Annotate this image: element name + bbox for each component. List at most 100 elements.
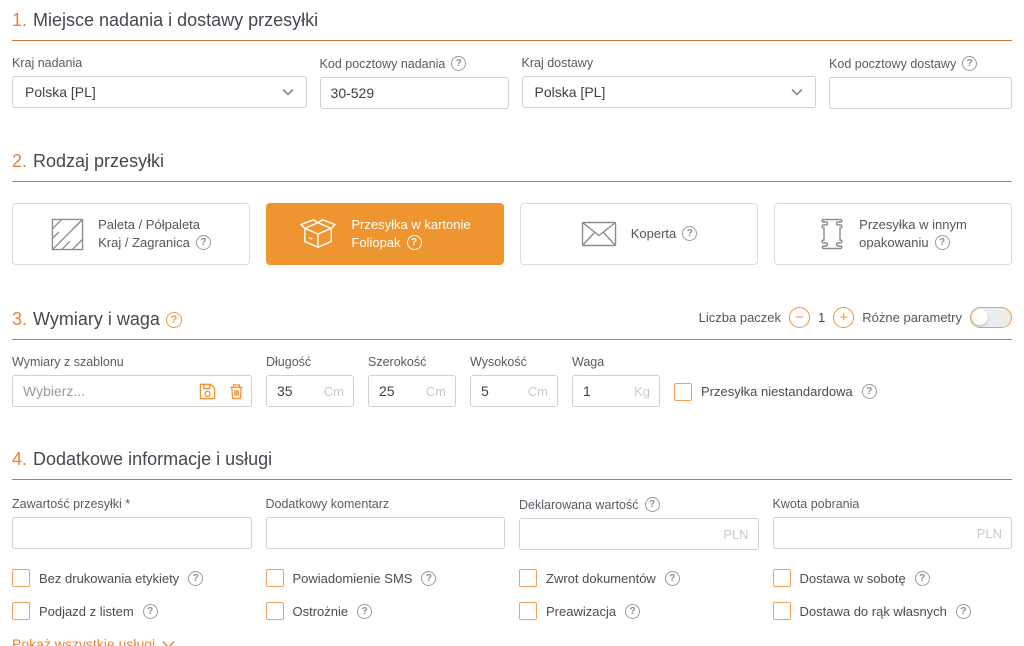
field-declared-value: Deklarowana wartość ? PLN [519, 497, 759, 550]
section-number: 4. [12, 449, 27, 470]
service-checkbox[interactable] [12, 569, 30, 587]
type-card-other[interactable]: Przesyłka w innym opakowaniu ? [774, 203, 1012, 265]
section-1-header: 1. Miejsce nadania i dostawy przesyłki [12, 10, 1012, 41]
service-saturday-delivery: Dostawa w sobotę ? [773, 569, 1013, 587]
template-dimensions-input[interactable] [13, 376, 193, 406]
help-icon[interactable]: ? [625, 604, 640, 619]
content-input[interactable] [12, 517, 252, 549]
service-checkbox[interactable] [519, 602, 537, 620]
section-3-title: 3. Wymiary i waga ? [12, 309, 182, 330]
cod-amount-label: Kwota pobrania [773, 497, 1013, 511]
length-input[interactable] [267, 376, 324, 406]
help-icon[interactable]: ? [665, 571, 680, 586]
origin-country-label: Kraj nadania [12, 56, 307, 70]
service-personal-delivery: Dostawa do rąk własnych ? [773, 602, 1013, 620]
help-icon[interactable]: ? [935, 235, 950, 250]
nonstandard-checkbox[interactable] [674, 383, 692, 401]
help-icon[interactable]: ? [421, 571, 436, 586]
different-params-label: Różne parametry [862, 310, 962, 325]
cod-amount-input[interactable] [774, 518, 977, 548]
section-4-title: 4. Dodatkowe informacje i usługi [12, 449, 272, 470]
field-comment: Dodatkowy komentarz [266, 497, 506, 550]
help-icon[interactable]: ? [143, 604, 158, 619]
dest-country-select[interactable]: Polska [PL] [522, 76, 817, 108]
height-unit: Cm [528, 384, 557, 399]
help-icon[interactable]: ? [915, 571, 930, 586]
comment-input[interactable] [266, 517, 506, 549]
help-icon[interactable]: ? [862, 384, 877, 399]
declared-value-label: Deklarowana wartość ? [519, 497, 759, 512]
section-1-title: 1. Miejsce nadania i dostawy przesyłki [12, 10, 318, 31]
service-checkbox[interactable] [773, 602, 791, 620]
origin-postcode-input[interactable] [320, 77, 509, 109]
increase-packages-button[interactable]: + [833, 307, 854, 328]
dest-postcode-label: Kod pocztowy dostawy ? [829, 56, 1012, 71]
weight-input-wrap: Kg [572, 375, 660, 407]
dest-country-label: Kraj dostawy [522, 56, 817, 70]
help-icon[interactable]: ? [357, 604, 372, 619]
decrease-packages-button[interactable]: − [789, 307, 810, 328]
type-card-label: Paleta / Półpaleta Kraj / Zagranica ? [98, 216, 211, 251]
template-dimensions-input-wrap [12, 375, 252, 407]
package-count-value: 1 [818, 310, 825, 325]
length-input-wrap: Cm [266, 375, 354, 407]
field-template-dimensions: Wymiary z szablonu [12, 355, 252, 407]
box-icon [299, 217, 337, 251]
field-nonstandard: Przesyłka niestandardowa ? [674, 376, 1012, 407]
origin-postcode-label: Kod pocztowy nadania ? [320, 56, 509, 71]
help-icon[interactable]: ? [682, 226, 697, 241]
field-content: Zawartość przesyłki * [12, 497, 252, 550]
help-icon[interactable]: ? [407, 235, 422, 250]
origin-country-select[interactable]: Polska [PL] [12, 76, 307, 108]
dest-country-value: Polska [PL] [535, 84, 606, 100]
field-length: Długość Cm [266, 355, 354, 407]
shipment-form: 1. Miejsce nadania i dostawy przesyłki K… [0, 0, 1024, 646]
chevron-down-icon [282, 88, 294, 96]
field-weight: Waga Kg [572, 355, 660, 407]
field-dest-country: Kraj dostawy Polska [PL] [522, 56, 817, 109]
service-checkbox[interactable] [266, 602, 284, 620]
help-icon[interactable]: ? [188, 571, 203, 586]
help-icon[interactable]: ? [166, 312, 182, 328]
content-label: Zawartość przesyłki * [12, 497, 252, 511]
type-card-carton[interactable]: Przesyłka w kartonie Foliopak ? [266, 203, 504, 265]
service-handle-with-care: Ostrożnie ? [266, 602, 506, 620]
service-checkbox[interactable] [12, 602, 30, 620]
height-label: Wysokość [470, 355, 558, 369]
height-input[interactable] [471, 376, 528, 406]
service-pre-advice: Preawizacja ? [519, 602, 759, 620]
help-icon[interactable]: ? [962, 56, 977, 71]
drum-icon [819, 218, 845, 250]
service-checkbox[interactable] [773, 569, 791, 587]
width-input[interactable] [369, 376, 426, 406]
type-card-envelope[interactable]: Koperta ? [520, 203, 758, 265]
service-checkbox[interactable] [519, 569, 537, 587]
declared-value-input[interactable] [520, 519, 723, 549]
help-icon[interactable]: ? [645, 497, 660, 512]
section-number: 3. [12, 309, 27, 330]
cod-amount-unit: PLN [977, 526, 1011, 541]
type-card-label: Przesyłka w innym opakowaniu ? [859, 216, 967, 251]
save-template-button[interactable] [193, 383, 222, 400]
section-title-text: Wymiary i waga [33, 309, 160, 330]
section-shipment-type: 2. Rodzaj przesyłki Paleta / Półpaleta [12, 151, 1012, 265]
section-2-header: 2. Rodzaj przesyłki [12, 151, 1012, 182]
show-all-services-link[interactable]: Pokaż wszystkie usługi [12, 636, 175, 646]
type-card-pallet[interactable]: Paleta / Półpaleta Kraj / Zagranica ? [12, 203, 250, 265]
weight-input[interactable] [573, 376, 634, 406]
field-height: Wysokość Cm [470, 355, 558, 407]
service-pickup-with-letter: Podjazd z listem ? [12, 602, 252, 620]
services-grid: Bez drukowania etykiety ? Powiadomienie … [12, 569, 1012, 620]
help-icon[interactable]: ? [196, 235, 211, 250]
delete-template-button[interactable] [222, 383, 251, 400]
save-icon [199, 383, 216, 400]
help-icon[interactable]: ? [956, 604, 971, 619]
length-unit: Cm [324, 384, 353, 399]
section-title-text: Rodzaj przesyłki [33, 151, 164, 172]
different-params-toggle[interactable] [970, 307, 1012, 328]
declared-value-unit: PLN [723, 527, 757, 542]
dest-postcode-input[interactable] [829, 77, 1012, 109]
declared-value-input-wrap: PLN [519, 518, 759, 550]
service-checkbox[interactable] [266, 569, 284, 587]
help-icon[interactable]: ? [451, 56, 466, 71]
